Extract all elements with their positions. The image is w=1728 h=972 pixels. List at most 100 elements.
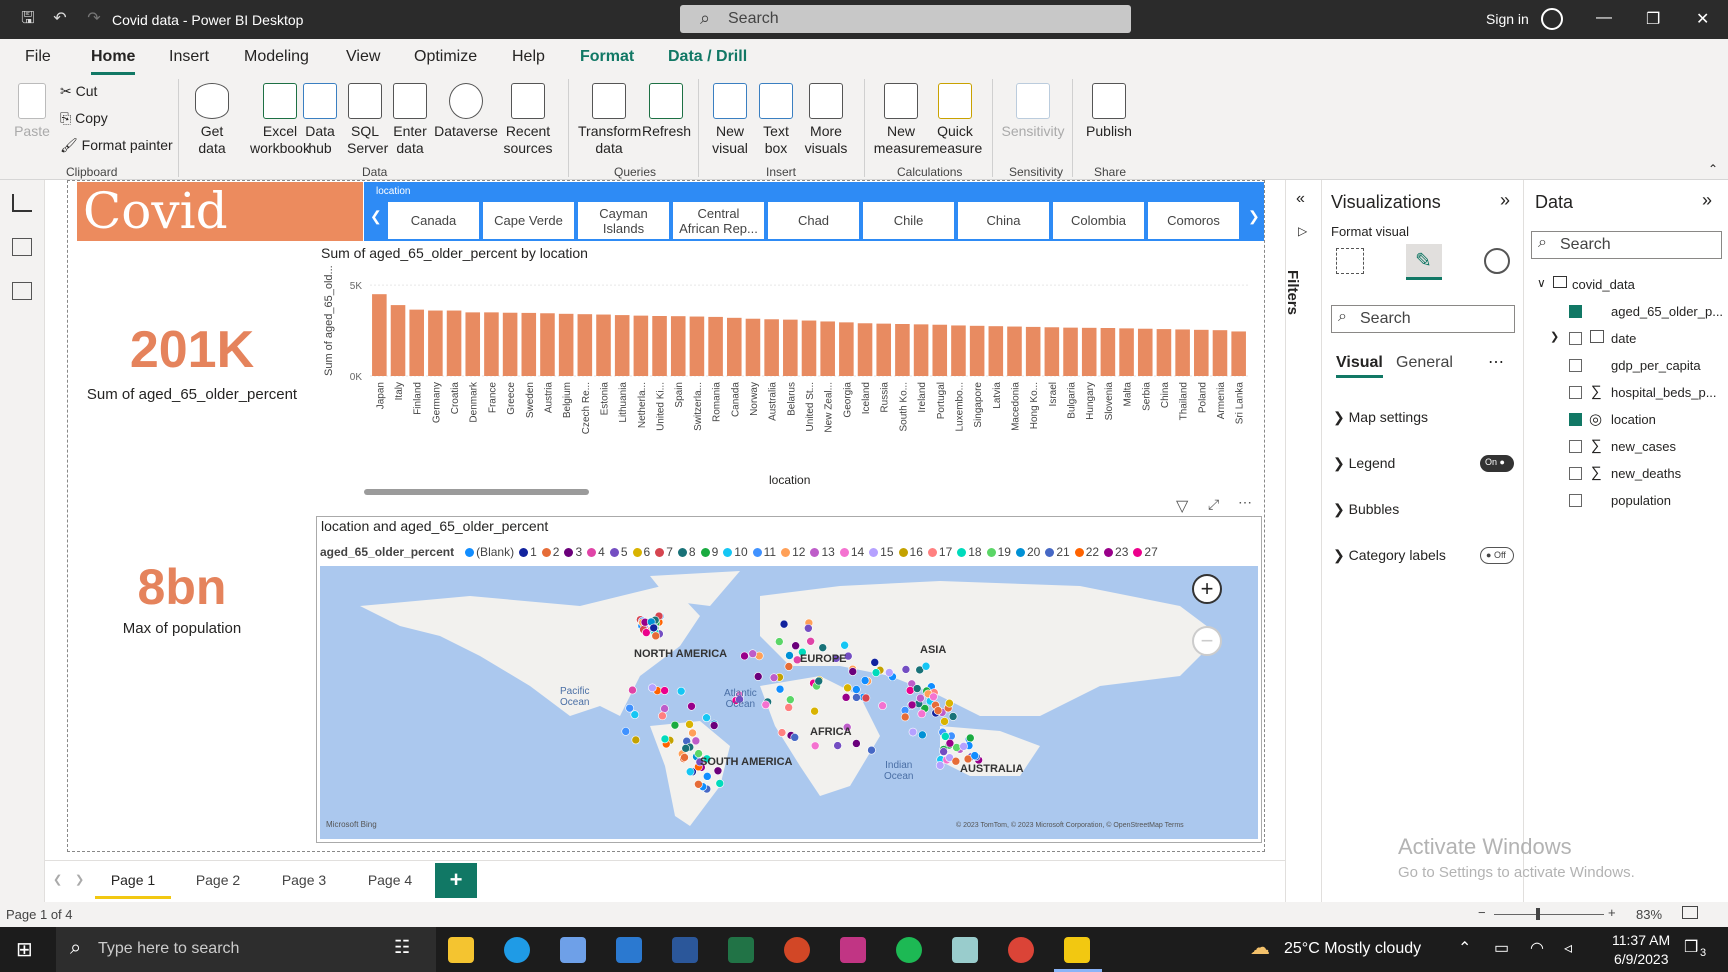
sign-in-link[interactable]: Sign in bbox=[1486, 11, 1529, 27]
bar[interactable] bbox=[652, 316, 667, 376]
add-page-button[interactable]: + bbox=[435, 863, 477, 898]
close-icon[interactable]: ✕ bbox=[1696, 9, 1709, 29]
slicer-item[interactable]: Cayman Islands bbox=[578, 202, 669, 239]
legend-entry[interactable]: 9 bbox=[712, 545, 719, 559]
location-bubble[interactable] bbox=[631, 735, 641, 745]
page-tab[interactable]: Page 2 bbox=[180, 862, 256, 899]
location-bubble[interactable] bbox=[660, 704, 669, 713]
location-bubble[interactable] bbox=[785, 651, 794, 660]
sql-server-button[interactable]: SQL Server bbox=[347, 83, 388, 157]
location-bubble[interactable] bbox=[945, 698, 954, 708]
chart-scrollbar[interactable] bbox=[364, 489, 589, 495]
section-category-labels[interactable]: ❯ Category labels bbox=[1333, 547, 1446, 564]
filters-pane-collapsed[interactable]: « ▷ Filters bbox=[1284, 180, 1322, 902]
page-tab[interactable]: Page 4 bbox=[352, 862, 428, 899]
refresh-button[interactable]: Refresh bbox=[642, 83, 691, 140]
location-bubble[interactable] bbox=[681, 744, 691, 753]
legend-entry[interactable]: 5 bbox=[621, 545, 628, 559]
zoom-in-icon[interactable]: + bbox=[1608, 905, 1616, 920]
table-view-icon[interactable] bbox=[12, 238, 32, 256]
bar[interactable] bbox=[1137, 328, 1153, 376]
minimize-icon[interactable]: — bbox=[1596, 9, 1612, 27]
bar[interactable] bbox=[577, 314, 593, 376]
chrome-icon[interactable] bbox=[1008, 937, 1034, 963]
bar[interactable] bbox=[1231, 331, 1246, 376]
field-checkbox[interactable] bbox=[1569, 332, 1582, 345]
publish-button[interactable]: Publish bbox=[1084, 83, 1134, 140]
location-bubble[interactable] bbox=[715, 779, 725, 788]
location-bubble[interactable] bbox=[905, 686, 915, 695]
location-bubble[interactable] bbox=[941, 732, 950, 741]
tab-visual[interactable]: Visual bbox=[1336, 354, 1383, 378]
page-tab[interactable]: Page 1 bbox=[95, 862, 171, 899]
menu-file[interactable]: File bbox=[25, 48, 51, 66]
location-bubble[interactable] bbox=[775, 684, 785, 694]
legend-entry[interactable]: 4 bbox=[598, 545, 605, 559]
menu-help[interactable]: Help bbox=[512, 48, 545, 66]
location-bubble[interactable] bbox=[685, 767, 695, 777]
bar[interactable] bbox=[801, 320, 817, 376]
chevron-right-icon[interactable]: ❯ bbox=[1248, 208, 1260, 225]
location-bubble[interactable] bbox=[648, 683, 657, 693]
chevron-right-icon[interactable]: ❯ bbox=[1550, 330, 1559, 343]
location-bubble[interactable] bbox=[810, 741, 820, 751]
location-bubble[interactable] bbox=[779, 619, 789, 629]
legend-entry[interactable]: 13 bbox=[821, 545, 834, 559]
get-data-button[interactable]: Get data bbox=[192, 83, 232, 157]
location-bubble[interactable] bbox=[688, 728, 697, 738]
field-checkbox[interactable] bbox=[1569, 494, 1582, 507]
legend-entry[interactable]: 22 bbox=[1086, 545, 1099, 559]
location-bubble[interactable] bbox=[625, 703, 634, 713]
collapse-viz-icon[interactable]: » bbox=[1500, 190, 1510, 211]
excel-workbook-button[interactable]: Excel workbook bbox=[250, 83, 310, 157]
bar[interactable] bbox=[1063, 327, 1078, 376]
windows-start-icon[interactable]: ⊞ bbox=[16, 937, 33, 962]
location-bubble[interactable] bbox=[753, 672, 763, 681]
format-visual-icon[interactable]: ✎ bbox=[1406, 244, 1442, 280]
legend-entry[interactable]: 18 bbox=[968, 545, 981, 559]
collapse-ribbon-icon[interactable]: ⌃ bbox=[1708, 161, 1718, 178]
location-bubble[interactable] bbox=[621, 727, 631, 736]
filter-icon[interactable]: ▽ bbox=[1176, 496, 1188, 516]
field-name[interactable]: date bbox=[1611, 331, 1636, 346]
tab-general[interactable]: General bbox=[1396, 354, 1453, 372]
bar[interactable] bbox=[428, 310, 443, 376]
location-bubble[interactable] bbox=[784, 703, 793, 712]
location-bubble[interactable] bbox=[685, 720, 694, 729]
paste-button[interactable]: Paste bbox=[12, 83, 52, 140]
bar[interactable] bbox=[708, 316, 723, 376]
bar[interactable] bbox=[764, 319, 779, 376]
legend-entry[interactable]: 16 bbox=[910, 545, 923, 559]
location-bubble[interactable] bbox=[649, 623, 659, 633]
bar[interactable] bbox=[783, 319, 798, 376]
new-visual-button[interactable]: New visual bbox=[710, 83, 750, 157]
text-box-button[interactable]: Text box bbox=[758, 83, 794, 157]
location-bubble[interactable] bbox=[630, 710, 640, 719]
weather-text[interactable]: 25°C Mostly cloudy bbox=[1284, 940, 1421, 958]
legend-entry[interactable]: 2 bbox=[553, 545, 560, 559]
clock-date[interactable]: 6/9/2023 bbox=[1614, 951, 1669, 967]
field-checkbox[interactable] bbox=[1569, 386, 1582, 399]
legend-toggle[interactable]: On ● bbox=[1480, 455, 1514, 472]
location-bubble[interactable] bbox=[676, 686, 686, 696]
location-bubble[interactable] bbox=[670, 720, 680, 730]
power-bi-icon[interactable] bbox=[1064, 937, 1090, 963]
location-bubble[interactable] bbox=[852, 685, 861, 694]
location-bubble[interactable] bbox=[687, 701, 696, 711]
legend-entry[interactable]: 1 bbox=[530, 545, 537, 559]
legend-entry[interactable]: 27 bbox=[1144, 545, 1157, 559]
kpi-value[interactable]: 8bn bbox=[82, 558, 282, 616]
location-bubble[interactable] bbox=[841, 693, 851, 702]
location-bubble[interactable] bbox=[860, 676, 870, 685]
bar[interactable] bbox=[633, 315, 649, 376]
file-explorer-icon[interactable] bbox=[448, 937, 474, 963]
field-checkbox[interactable] bbox=[1569, 440, 1582, 453]
legend-entry[interactable]: 11 bbox=[764, 545, 776, 559]
field-checkbox[interactable] bbox=[1569, 359, 1582, 372]
location-bubble[interactable] bbox=[810, 706, 819, 716]
location-bubble[interactable] bbox=[908, 727, 918, 737]
bar[interactable] bbox=[726, 317, 742, 376]
location-bubble[interactable] bbox=[921, 661, 931, 671]
chevron-left-icon[interactable]: ❮ bbox=[53, 873, 62, 886]
slicer-item[interactable]: Cape Verde bbox=[483, 202, 574, 239]
